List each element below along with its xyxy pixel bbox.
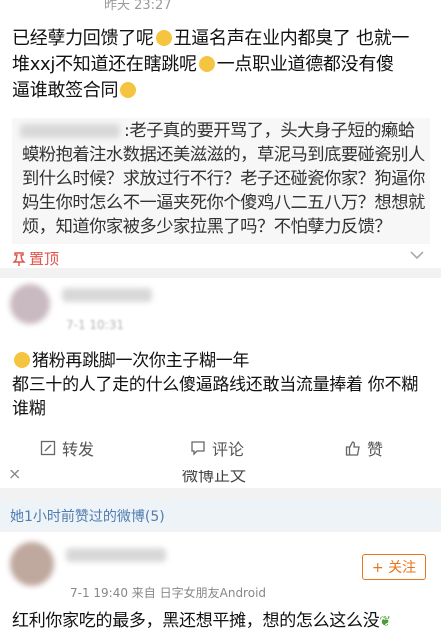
blurred-username — [62, 288, 152, 302]
truncated-card: × 微博正文 — [0, 470, 441, 488]
post-body-line: 堆xxj不知道还在瞎跳呢 一点职业道德都没有傻 — [12, 54, 394, 75]
blurred-username — [66, 548, 166, 562]
like-button[interactable]: 赞 — [345, 437, 383, 459]
pin-icon — [12, 251, 26, 266]
post-body-line: 猪粉再跳脚一次你主子糊一年 — [12, 350, 249, 372]
liked-post-meta: 7-1 19:40 来自 日字女朋友Android — [70, 586, 267, 600]
follow-label: + 关注 — [371, 560, 417, 576]
emoji-icon — [14, 352, 30, 368]
post-timestamp: 昨天 23:27 — [104, 0, 172, 13]
liked-post-card: 7-1 19:40 来自 日字女朋友Android + 关注 红利你家吃的最多，… — [0, 532, 441, 640]
post-meta: 7-1 10:31 — [66, 318, 124, 332]
avatar[interactable] — [10, 284, 50, 324]
emoji-icon — [198, 56, 215, 72]
quote-line: 到什么时候？求放过行不行？老子还碰瓷你家？狗逼你 — [22, 169, 425, 189]
pin-label: 置顶 — [29, 250, 60, 268]
close-icon[interactable]: × — [8, 470, 21, 483]
truncated-text: 微博正文 — [182, 470, 247, 485]
avatar[interactable] — [10, 542, 54, 586]
like-label: 赞 — [367, 440, 384, 459]
repost-label: 转发 — [62, 440, 95, 459]
liked-section-header-bar: 她1小时前赞过的微博(5) — [0, 500, 441, 530]
post-body-line: 逼谁敢签合同 — [12, 80, 138, 102]
post-body-line: 谁糊 — [12, 399, 46, 419]
comment-button[interactable]: 评论 — [190, 437, 244, 459]
pin-badge[interactable]: 置顶 — [12, 248, 59, 269]
comment-label: 评论 — [212, 440, 245, 459]
emoji-icon — [155, 30, 172, 46]
chevron-down-icon[interactable] — [410, 250, 424, 260]
quote-line: 蟆粉抱着注水数据还美滋滋的，草泥马到底要碰瓷别人 — [22, 145, 425, 165]
follow-button[interactable]: + 关注 — [362, 554, 426, 580]
quote-line: 妈生你时怎么不一逼夹死你个傻鸡八二五八万？想想就 — [22, 193, 425, 213]
thumbs-up-icon — [345, 441, 360, 456]
quote-line: 烦，知道你家被多少家拉黑了吗？不怕孽力反馈？ — [22, 217, 392, 237]
post-body-line: 已经孽力回馈了呢 丑逼名声在业内都臭了 也就一 — [12, 28, 410, 49]
liked-section-header[interactable]: 她1小时前赞过的微博(5) — [10, 506, 165, 526]
repost-button[interactable]: 转发 — [40, 437, 94, 459]
repost-icon — [40, 440, 56, 456]
liked-post-body: 红利你家吃的最多，黑还想平摊，想的怎么这么没❦ — [12, 611, 391, 631]
emoji-icon — [120, 82, 137, 98]
blurred-username — [20, 124, 120, 138]
top-post-card: 昨天 23:27 已经孽力回馈了呢 丑逼名声在业内都臭了 也就一 堆xxj不知道还… — [0, 0, 441, 268]
leaf-emoji-icon: ❦ — [379, 614, 391, 630]
quote-line: :老子真的要开骂了，头大身子短的癞蛤 — [124, 121, 415, 141]
quoted-comment[interactable]: :老子真的要开骂了，头大身子短的癞蛤 蟆粉抱着注水数据还美滋滋的，草泥马到底要碰… — [12, 118, 430, 244]
comment-icon — [191, 441, 205, 456]
post-body-line: 都三十的人了走的什么傻逼路线还敢当流量捧着 你不糊 — [12, 375, 418, 395]
